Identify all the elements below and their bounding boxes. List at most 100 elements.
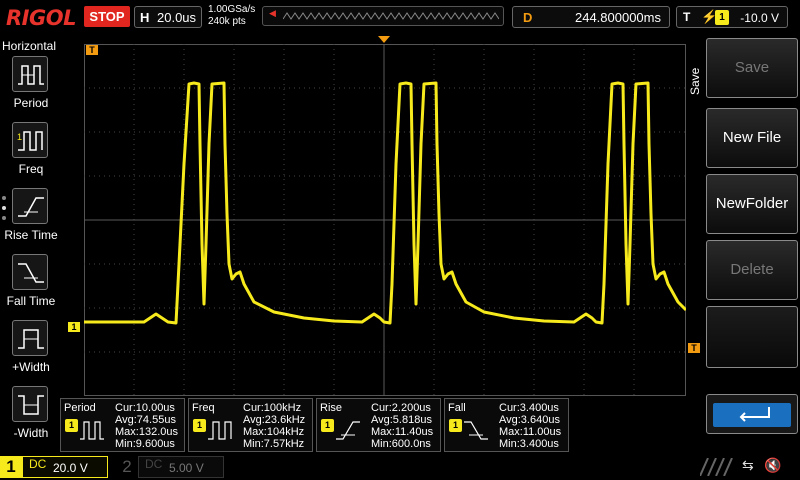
fall-time-icon [12,254,48,290]
new-file-button[interactable]: New File [706,108,798,168]
ch2-indicator[interactable]: 2 [116,456,138,478]
measure-item-label: Rise Time [4,228,58,242]
measure-item-rise-time[interactable]: Rise Time [0,188,62,250]
waveform-display [84,44,688,396]
delay-display[interactable]: D 244.800000ms [512,6,670,28]
speaker-muted-icon[interactable]: 🔇 [764,457,781,474]
ch1-trace [84,81,688,325]
stat-cur: Cur:10.00us [115,402,175,414]
timebase-display[interactable]: H 20.0us [134,6,202,28]
trigger-source-badge: 1 [715,10,729,25]
measure-item-label: +Width [12,360,50,374]
measurement-box-period[interactable]: Period 1 Cur:10.00us Avg:74.55us Max:132… [60,398,185,452]
usb-icon: ⇆ [742,457,754,473]
stat-max: Max:11.00us [499,426,562,438]
measurement-stats: Cur:2.200us Avg:5.818us Max:11.40us Min:… [371,402,433,450]
measure-item-freq[interactable]: 1 Freq [0,122,62,184]
measurement-title: Period [64,402,96,414]
trigger-point-arrow-icon [378,36,390,43]
save-menu-title: Save [688,67,702,95]
rigol-logo: RIGOL [6,6,76,30]
stat-min: Min:3.400us [499,438,559,450]
period-icon [80,421,104,440]
measure-item-label: Freq [18,162,44,176]
ch1-scale-box[interactable]: DC 20.0 V [22,456,108,478]
measurement-stats: Cur:3.400us Avg:3.640us Max:11.00us Min:… [499,402,561,450]
sample-rate: 1.00GSa/s [208,4,256,15]
ch1-scale-value: 20.0 V [53,461,88,475]
acquisition-info: 1.00GSa/s 240k pts [208,4,255,28]
stat-avg: Avg:74.55us [115,414,176,426]
ch2-scale-value: 5.00 V [169,461,204,475]
measurement-stats: Cur:100kHz Avg:23.6kHz Max:104kHz Min:7.… [243,402,305,450]
stat-avg: Avg:5.818us [371,414,432,426]
measurement-stats: Cur:10.00us Avg:74.55us Max:132.0us Min:… [115,402,178,450]
enter-icon [713,403,791,427]
measurement-title: Rise [320,402,343,414]
trigger-display[interactable]: T ⚡ 1 -10.0 V [676,6,788,28]
ch1-offset-marker[interactable]: 1 [68,322,80,332]
top-status-bar: RIGOL STOP H 20.0us 1.00GSa/s 240k pts ◀… [0,0,800,36]
measure-item-label: Fall Time [6,294,56,308]
delete-button-label: Delete [730,261,774,278]
stat-max: Max:132.0us [115,426,178,438]
memory-depth: 240k pts [208,16,246,27]
measure-menu: Horizontal Period 1 Freq Rise Time Fall … [0,38,62,452]
trigger-label: T [683,10,691,24]
measure-item-fall-time[interactable]: Fall Time [0,254,62,316]
delay-label: D [523,10,533,25]
measurement-box-fall[interactable]: Fall 1 Cur:3.400us Avg:3.640us Max:11.00… [444,398,569,452]
measurement-title: Freq [192,402,215,414]
new-file-button-label: New File [722,129,782,146]
timebase-value: 20.0us [157,10,197,25]
trigger-level-value: -10.0 V [740,11,779,25]
measure-item-pos-width[interactable]: +Width [0,320,62,382]
rise-time-icon [336,421,360,440]
measure-item-label: -Width [13,426,49,440]
measure-item-period[interactable]: Period [0,56,62,118]
waveform-grid[interactable]: T 1 T [68,36,700,396]
ch2-coupling-icon: DC [145,457,163,471]
stat-avg: Avg:23.6kHz [243,414,306,426]
pos-width-icon [12,320,48,356]
rise-time-icon [12,188,48,224]
save-softkey-menu: Save Save New File NewFolder Delete [686,38,800,452]
measurement-channel-badge: 1 [65,419,78,432]
freq-icon [208,421,232,440]
memory-waveform-preview [283,12,499,20]
period-icon [12,56,48,92]
ch1-indicator[interactable]: 1 [0,456,22,478]
timebase-label: H [140,10,150,25]
stat-max: Max:104kHz [243,426,305,438]
save-button-label: Save [734,59,770,76]
stat-avg: Avg:3.640us [499,414,560,426]
measure-menu-title: Horizontal [2,39,57,53]
enter-button[interactable] [706,394,798,434]
stat-min: Min:9.600us [115,438,175,450]
memory-window-marker-icon: ◀ [269,8,276,18]
measure-item-neg-width[interactable]: -Width [0,386,62,448]
new-folder-button[interactable]: NewFolder [706,174,798,234]
new-folder-button-label: NewFolder [715,195,789,212]
measurement-title: Fall [448,402,466,414]
measurement-channel-badge: 1 [193,419,206,432]
delete-button[interactable]: Delete [706,240,798,300]
stat-cur: Cur:100kHz [243,402,302,414]
empty-softkey [706,306,798,368]
memory-position-strip[interactable]: ◀ [262,6,504,26]
measurement-channel-badge: 1 [321,419,334,432]
stat-max: Max:11.40us [371,426,434,438]
decorative-stripes [700,458,733,476]
delay-value: 244.800000ms [574,10,661,25]
measurement-channel-badge: 1 [449,419,462,432]
fall-time-icon [464,421,488,440]
measurement-box-rise[interactable]: Rise 1 Cur:2.200us Avg:5.818us Max:11.40… [316,398,441,452]
trigger-position-marker[interactable]: T [86,45,98,55]
ch2-scale-box[interactable]: DC 5.00 V [138,456,224,478]
measurement-box-freq[interactable]: Freq 1 Cur:100kHz Avg:23.6kHz Max:104kHz… [188,398,313,452]
save-button[interactable]: Save [706,38,798,98]
run-stop-status[interactable]: STOP [84,6,130,27]
stat-min: Min:7.57kHz [243,438,305,450]
stat-min: Min:600.0ns [371,438,431,450]
freq-icon: 1 [12,122,48,158]
